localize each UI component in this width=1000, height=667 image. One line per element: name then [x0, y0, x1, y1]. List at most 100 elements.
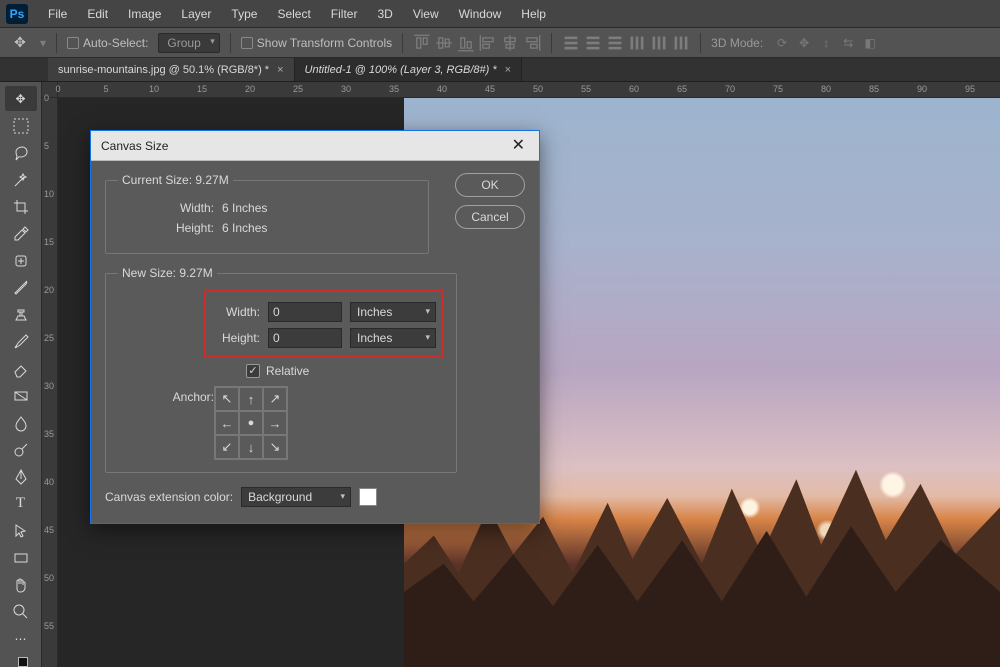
align-right-icon[interactable]: [523, 34, 541, 52]
relative-checkbox[interactable]: ✓: [246, 364, 260, 378]
crop-tool[interactable]: [5, 194, 37, 219]
align-hcenter-icon[interactable]: [501, 34, 519, 52]
cancel-button[interactable]: Cancel: [455, 205, 525, 229]
3d-camera-icon[interactable]: ◧: [861, 34, 879, 52]
anchor-se[interactable]: ↘: [263, 435, 287, 459]
distribute-right-icon[interactable]: [672, 34, 690, 52]
show-transform-checkbox[interactable]: Show Transform Controls: [241, 36, 392, 50]
hand-tool[interactable]: [5, 572, 37, 597]
current-size-legend: Current Size: 9.27M: [118, 173, 233, 187]
distribute-top-icon[interactable]: [562, 34, 580, 52]
rectangle-tool[interactable]: [5, 545, 37, 570]
ruler-tick: 80: [821, 84, 831, 94]
doc-tab-1[interactable]: sunrise-mountains.jpg @ 50.1% (RGB/8*) *…: [48, 58, 295, 81]
ruler-tick: 10: [149, 84, 159, 94]
menu-edit[interactable]: Edit: [77, 0, 118, 27]
new-height-unit-dropdown[interactable]: Inches: [350, 328, 436, 348]
ruler-tick: 35: [389, 84, 399, 94]
ext-color-label: Canvas extension color:: [105, 490, 233, 504]
move-tool[interactable]: ✥: [5, 86, 37, 111]
align-vcenter-icon[interactable]: [435, 34, 453, 52]
close-icon[interactable]: ×: [277, 64, 283, 76]
menu-filter[interactable]: Filter: [321, 0, 368, 27]
lasso-tool[interactable]: [5, 140, 37, 165]
magic-wand-tool[interactable]: [5, 167, 37, 192]
new-size-fieldset: New Size: 9.27M Width: Inches Height: In…: [105, 266, 457, 473]
menu-window[interactable]: Window: [449, 0, 512, 27]
blur-tool[interactable]: [5, 410, 37, 435]
align-bottom-icon[interactable]: [457, 34, 475, 52]
menu-view[interactable]: View: [403, 0, 449, 27]
menu-type[interactable]: Type: [221, 0, 267, 27]
dialog-body: OK Cancel Current Size: 9.27M Width: 6 I…: [91, 161, 539, 523]
menu-image[interactable]: Image: [118, 0, 171, 27]
anchor-n[interactable]: ↑: [239, 387, 263, 411]
anchor-ne[interactable]: ↗: [263, 387, 287, 411]
close-icon[interactable]: ✕: [508, 138, 529, 154]
ruler-vertical[interactable]: 0510152025303540455055: [42, 98, 58, 667]
distribute-bottom-icon[interactable]: [606, 34, 624, 52]
anchor-selector[interactable]: ↖ ↑ ↗ ← ● → ↙ ↓ ↘: [214, 386, 288, 460]
menu-layer[interactable]: Layer: [171, 0, 221, 27]
ok-button[interactable]: OK: [455, 173, 525, 197]
3d-orbit-icon[interactable]: ⟳: [773, 34, 791, 52]
anchor-sw[interactable]: ↙: [215, 435, 239, 459]
dialog-titlebar[interactable]: Canvas Size ✕: [91, 131, 539, 161]
new-width-input[interactable]: [268, 302, 342, 322]
type-tool[interactable]: T: [5, 491, 37, 516]
dodge-tool[interactable]: [5, 437, 37, 462]
distribute-vcenter-icon[interactable]: [584, 34, 602, 52]
gradient-tool[interactable]: [5, 383, 37, 408]
distribute-hcenter-icon[interactable]: [650, 34, 668, 52]
clone-stamp-tool[interactable]: [5, 302, 37, 327]
anchor-s[interactable]: ↓: [239, 435, 263, 459]
ruler-tick: 45: [44, 525, 54, 535]
align-top-icon[interactable]: [413, 34, 431, 52]
ext-color-dropdown[interactable]: Background: [241, 487, 351, 507]
ext-color-swatch[interactable]: [359, 488, 377, 506]
align-left-icon[interactable]: [479, 34, 497, 52]
healing-brush-tool[interactable]: [5, 248, 37, 273]
3d-slide-icon[interactable]: ⇆: [839, 34, 857, 52]
ruler-tick: 95: [965, 84, 975, 94]
doc-tab-2[interactable]: Untitled-1 @ 100% (Layer 3, RGB/8#) * ×: [295, 58, 523, 81]
anchor-w[interactable]: ←: [215, 411, 239, 435]
menu-help[interactable]: Help: [511, 0, 556, 27]
zoom-tool[interactable]: [5, 599, 37, 624]
anchor-nw[interactable]: ↖: [215, 387, 239, 411]
anchor-center[interactable]: ●: [239, 411, 263, 435]
ruler-horizontal[interactable]: 05101520253035404550556065707580859095: [58, 82, 1000, 98]
menu-file[interactable]: File: [38, 0, 77, 27]
new-height-label: Height:: [212, 331, 260, 345]
3d-pan-icon[interactable]: ✥: [795, 34, 813, 52]
anchor-e[interactable]: →: [263, 411, 287, 435]
close-icon[interactable]: ×: [505, 64, 511, 76]
divider: [402, 33, 403, 53]
options-bar: ✥ ▾ Auto-Select: Group Show Transform Co…: [0, 28, 1000, 58]
current-width-value: 6 Inches: [222, 201, 267, 215]
ruler-tick: 55: [44, 621, 54, 631]
brush-tool[interactable]: [5, 275, 37, 300]
ruler-tick: 20: [44, 285, 54, 295]
auto-select-mode-dropdown[interactable]: Group: [158, 33, 219, 53]
eraser-tool[interactable]: [5, 356, 37, 381]
marquee-tool[interactable]: [5, 113, 37, 138]
menu-select[interactable]: Select: [267, 0, 320, 27]
menu-3d[interactable]: 3D: [367, 0, 402, 27]
new-height-input[interactable]: [268, 328, 342, 348]
more-tools-icon[interactable]: ⋯: [5, 626, 37, 651]
pen-tool[interactable]: [5, 464, 37, 489]
3d-dolly-icon[interactable]: ↕: [817, 34, 835, 52]
path-select-tool[interactable]: [5, 518, 37, 543]
anchor-label: Anchor:: [118, 390, 214, 404]
foreground-swatch[interactable]: [18, 657, 28, 667]
new-width-unit-dropdown[interactable]: Inches: [350, 302, 436, 322]
eyedropper-tool[interactable]: [5, 221, 37, 246]
ruler-tick: 15: [44, 237, 54, 247]
history-brush-tool[interactable]: [5, 329, 37, 354]
ruler-tick: 25: [293, 84, 303, 94]
align-group-1: [413, 34, 541, 52]
distribute-left-icon[interactable]: [628, 34, 646, 52]
ruler-tick: 25: [44, 333, 54, 343]
auto-select-checkbox[interactable]: Auto-Select:: [67, 36, 148, 50]
